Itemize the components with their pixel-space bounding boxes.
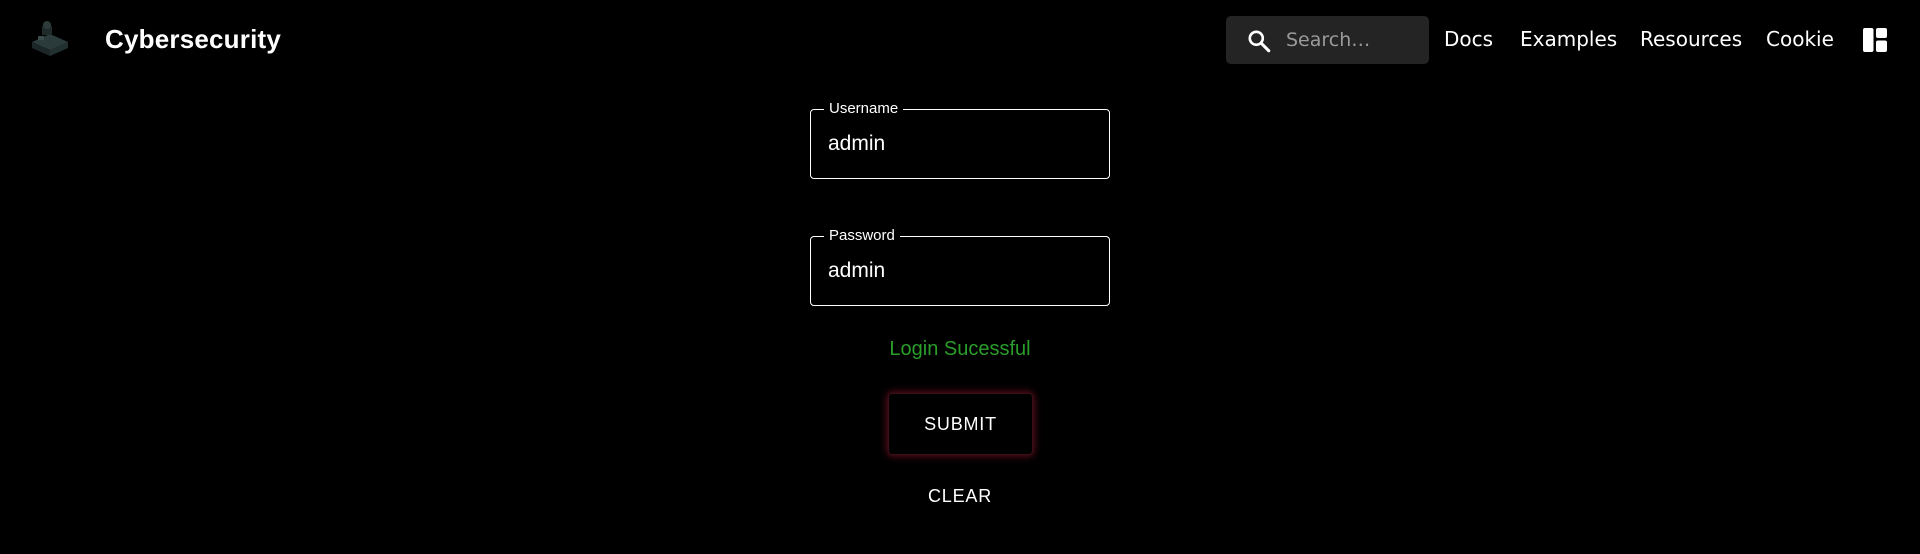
search-input[interactable] [1286,16,1424,64]
nav-link-docs[interactable]: Docs [1444,24,1493,54]
nav-link-cookie[interactable]: Cookie [1766,24,1834,54]
nav-link-resources[interactable]: Resources [1640,24,1742,54]
layout-toggle-icon[interactable] [1863,28,1887,52]
clear-button[interactable]: CLEAR [900,478,1020,514]
username-input[interactable] [828,110,1098,177]
submit-button[interactable]: SUBMIT [888,393,1033,455]
nav-link-examples[interactable]: Examples [1520,24,1617,54]
top-navbar: Cybersecurity Docs Examples Resources Co… [0,0,1920,78]
login-status-message: Login Sucessful [889,338,1031,360]
search-icon [1248,30,1271,53]
username-field[interactable]: Username [810,100,1110,179]
hacker-laptop-logo-icon[interactable] [28,20,72,60]
password-field[interactable]: Password [810,227,1110,306]
brand-title[interactable]: Cybersecurity [105,22,281,56]
search-box[interactable] [1226,16,1429,64]
password-input[interactable] [828,237,1098,304]
